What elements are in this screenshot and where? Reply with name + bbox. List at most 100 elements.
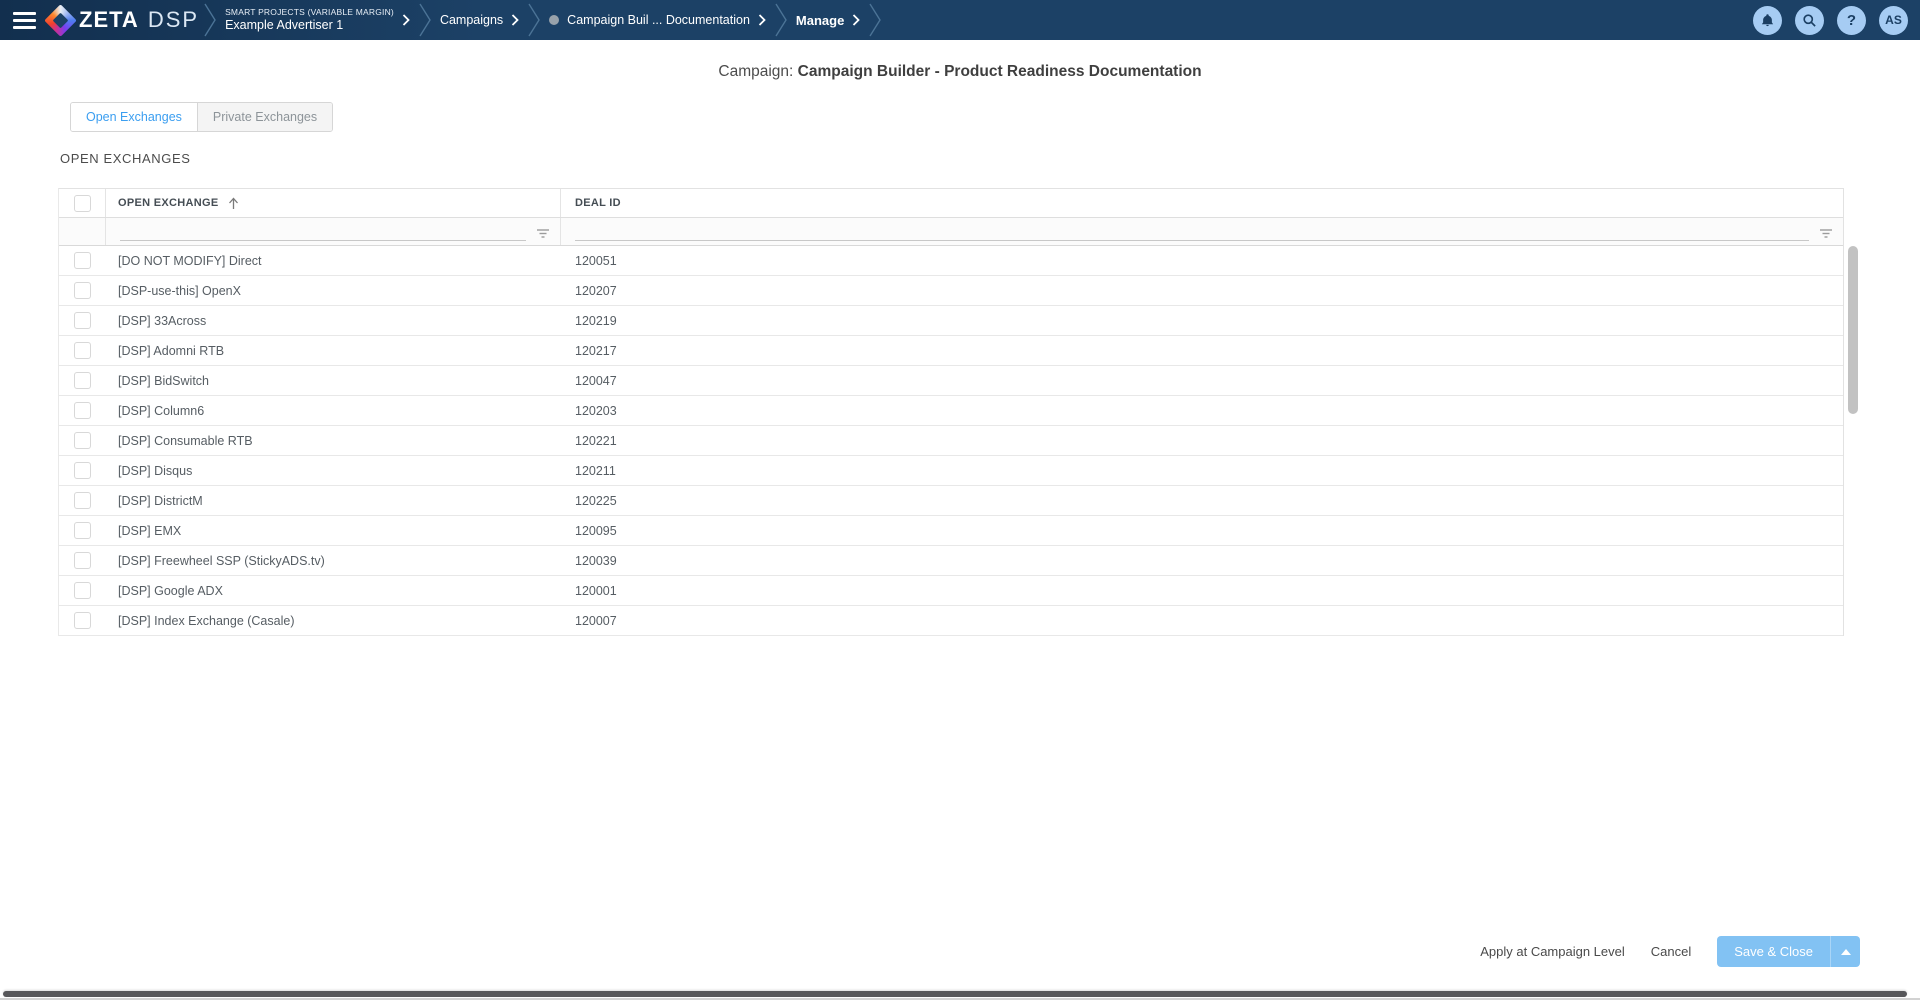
row-checkbox[interactable]: [74, 522, 91, 539]
deal-id-cell: 120039: [575, 553, 617, 568]
page-title: Campaign: Campaign Builder - Product Rea…: [0, 63, 1920, 81]
zeta-dsp-logo[interactable]: ZETA DSP: [44, 3, 200, 37]
row-checkbox[interactable]: [74, 552, 91, 569]
table-row: [DSP] Index Exchange (Casale) 120007: [59, 606, 1843, 636]
deal-id-cell: 120225: [575, 493, 617, 508]
sort-ascending-icon: [229, 197, 239, 209]
filter-icon[interactable]: [536, 228, 550, 239]
row-checkbox[interactable]: [74, 582, 91, 599]
open-exchange-cell: [DSP-use-this] OpenX: [118, 283, 241, 298]
tab-private-exchanges[interactable]: Private Exchanges: [196, 103, 333, 131]
table-scrollbar-track[interactable]: [1848, 246, 1858, 632]
notifications-bell-icon[interactable]: [1753, 5, 1782, 35]
row-checkbox[interactable]: [74, 312, 91, 329]
row-checkbox[interactable]: [74, 432, 91, 449]
open-exchange-filter-input[interactable]: [120, 223, 526, 241]
table-row: [DSP] 33Across 120219: [59, 306, 1843, 336]
filter-row-empty-cell: [59, 218, 106, 245]
chevron-right-icon: [758, 14, 766, 26]
open-exchange-cell: [DSP] Disqus: [118, 463, 193, 478]
row-checkbox[interactable]: [74, 252, 91, 269]
deal-id-cell: 120095: [575, 523, 617, 538]
save-and-close-button[interactable]: Save & Close: [1717, 936, 1830, 967]
deal-id-cell: 120221: [575, 433, 617, 448]
top-navigation-bar: ZETA DSP SMART PROJECTS (VARIABLE MARGIN…: [0, 0, 1920, 40]
column-header-open-exchange[interactable]: OPEN EXCHANGE: [106, 189, 561, 217]
page-content: Campaign: Campaign Builder - Product Rea…: [0, 40, 1920, 988]
row-checkbox[interactable]: [74, 282, 91, 299]
open-exchange-cell: [DSP] Google ADX: [118, 583, 223, 598]
row-checkbox[interactable]: [74, 462, 91, 479]
table-header-row: OPEN EXCHANGE DEAL ID: [59, 189, 1843, 218]
row-checkbox[interactable]: [74, 402, 91, 419]
tab-open-exchanges[interactable]: Open Exchanges: [71, 103, 197, 131]
deal-id-cell: 120219: [575, 313, 617, 328]
save-and-close-split-button: Save & Close: [1717, 936, 1860, 967]
help-icon[interactable]: ?: [1837, 5, 1866, 35]
row-checkbox[interactable]: [74, 342, 91, 359]
table-row: [DSP] Consumable RTB 120221: [59, 426, 1843, 456]
campaign-status-dot-icon: [549, 15, 560, 25]
row-checkbox[interactable]: [74, 372, 91, 389]
brand-zeta-text: ZETA: [79, 7, 139, 32]
deal-id-cell: 120203: [575, 403, 617, 418]
breadcrumb-campaigns[interactable]: Campaigns: [436, 13, 523, 27]
open-exchange-cell: [DSP] Freewheel SSP (StickyADS.tv): [118, 553, 325, 568]
table-scrollbar-thumb[interactable]: [1848, 246, 1858, 414]
window-bottom-edge: [3, 991, 1907, 997]
select-all-checkbox[interactable]: [73, 194, 91, 212]
row-checkbox[interactable]: [74, 492, 91, 509]
exchange-tabs: Open Exchanges Private Exchanges: [70, 102, 334, 132]
breadcrumb-advertiser[interactable]: SMART PROJECTS (VARIABLE MARGIN) Example…: [221, 6, 414, 32]
breadcrumb-project-label: SMART PROJECTS (VARIABLE MARGIN): [225, 6, 394, 17]
table-row: [DSP] Column6 120203: [59, 396, 1843, 426]
breadcrumb-separator-icon: [528, 3, 540, 37]
deal-id-cell: 120047: [575, 373, 617, 388]
search-icon[interactable]: [1795, 5, 1824, 35]
deal-id-cell: 120207: [575, 283, 617, 298]
open-exchange-cell: [DSP] 33Across: [118, 313, 207, 328]
open-exchange-cell: [DSP] EMX: [118, 523, 182, 538]
open-exchange-cell: [DSP] DistrictM: [118, 493, 203, 508]
column-header-deal-id[interactable]: DEAL ID: [561, 189, 1843, 217]
app-window: ZETA DSP SMART PROJECTS (VARIABLE MARGIN…: [0, 0, 1920, 998]
deal-id-cell: 120217: [575, 343, 617, 358]
table-filter-row: [59, 218, 1843, 246]
deal-id-cell: 120001: [575, 583, 617, 598]
footer-action-bar: Apply at Campaign Level Cancel Save & Cl…: [1480, 936, 1860, 967]
row-checkbox[interactable]: [74, 612, 91, 629]
deal-id-filter-input[interactable]: [575, 223, 1809, 241]
breadcrumb-advertiser-label: Example Advertiser 1: [225, 17, 344, 32]
chevron-right-icon: [853, 14, 861, 26]
open-exchanges-table: OPEN EXCHANGE DEAL ID [DO NOT MODIFY] Di…: [58, 188, 1844, 636]
section-heading: OPEN EXCHANGES: [60, 151, 191, 166]
topbar-actions: ? AS: [1753, 5, 1908, 35]
apply-at-campaign-level-button[interactable]: Apply at Campaign Level: [1480, 944, 1625, 959]
table-row: [DSP] DistrictM 120225: [59, 486, 1843, 516]
table-row: [DSP] Adomni RTB 120217: [59, 336, 1843, 366]
open-exchange-cell: [DSP] Index Exchange (Casale): [118, 613, 295, 628]
open-exchange-cell: [DSP] Column6: [118, 403, 205, 418]
table-body: [DO NOT MODIFY] Direct 120051 [DSP-use-t…: [59, 246, 1843, 636]
table-row: [DSP] EMX 120095: [59, 516, 1843, 546]
filter-icon[interactable]: [1819, 228, 1833, 239]
table-row: [DSP] BidSwitch 120047: [59, 366, 1843, 396]
chevron-right-icon: [402, 14, 410, 26]
zeta-diamond-icon: [44, 3, 77, 37]
table-row: [DSP] Disqus 120211: [59, 456, 1843, 486]
campaign-name: Campaign Builder - Product Readiness Doc…: [797, 63, 1202, 80]
breadcrumb-separator-icon: [869, 3, 882, 37]
page-title-prefix: Campaign:: [718, 63, 794, 80]
open-exchange-cell: [DO NOT MODIFY] Direct: [118, 253, 262, 268]
breadcrumb-campaign[interactable]: Campaign Buil ... Documentation: [545, 13, 770, 27]
cancel-button[interactable]: Cancel: [1651, 944, 1691, 959]
breadcrumb-manage[interactable]: Manage: [792, 13, 864, 28]
brand-dsp-text: DSP: [147, 7, 200, 32]
save-options-caret-button[interactable]: [1830, 936, 1860, 967]
chevron-right-icon: [512, 14, 519, 26]
caret-up-icon: [1840, 948, 1851, 955]
user-avatar[interactable]: AS: [1879, 5, 1908, 35]
deal-id-cell: 120051: [575, 253, 617, 268]
hamburger-menu-icon[interactable]: [13, 11, 36, 29]
open-exchange-cell: [DSP] Adomni RTB: [118, 343, 225, 358]
